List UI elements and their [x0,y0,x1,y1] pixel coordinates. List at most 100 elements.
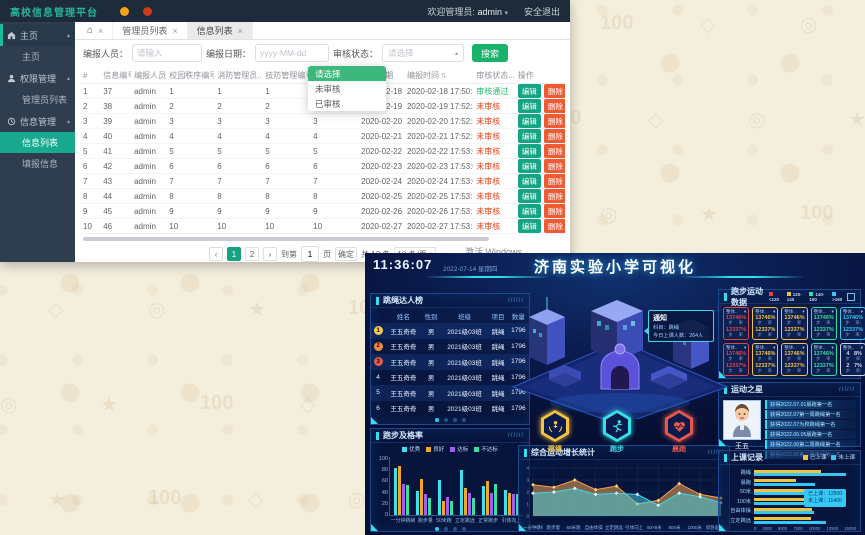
legend-item: <120 [769,292,781,302]
carousel-dot[interactable] [453,418,457,422]
filter-name-input[interactable] [132,44,202,62]
carousel-dot[interactable] [444,418,448,422]
user-menu[interactable]: admin ▾ [477,7,508,17]
filter-status-label: 审核状态： [333,47,378,60]
dropdown-option[interactable]: 请选择 [308,66,386,81]
edit-button[interactable]: 编辑 [518,114,541,128]
hbar-bars [754,469,856,477]
sidebar-subitem-信息列表[interactable]: 信息列表 [0,132,75,153]
edit-button[interactable]: 编辑 [518,219,541,233]
expand-icon[interactable] [847,293,855,301]
rope-column-header: 班级 [441,309,488,323]
page-button-1[interactable]: 1 [227,247,241,261]
status-select[interactable]: 请选择▴ [382,44,464,62]
stat-cell: 137步 [755,351,764,362]
cell: 8 [262,189,310,204]
search-button[interactable]: 搜索 [472,44,508,62]
stat-cell: 137步 [784,351,793,362]
sidebar-item-信息管理[interactable]: 信息管理▴ [0,110,75,132]
hex-badge-跳绳[interactable]: 跳绳 [538,410,572,454]
filter-date-input[interactable] [255,44,329,62]
carousel-dot[interactable] [462,527,466,531]
stat-cell: 123步 [843,327,852,338]
jump-page-input[interactable] [301,246,319,262]
delete-button[interactable]: 删除 [544,129,565,143]
delete-button[interactable]: 删除 [544,99,565,113]
bar [420,479,423,515]
legend-item: 120-140 [787,292,804,302]
prev-page-button[interactable]: ‹ [209,247,223,261]
card-stats: 4步8%率2步7%率 [843,351,863,374]
carousel-dot[interactable] [435,418,439,422]
sort-icon[interactable]: ⇅ [439,73,447,80]
column-header: 审核状态... [473,68,515,84]
table-row: 1046admin101010102020-02-272020-02-27 17… [80,219,565,234]
edit-button[interactable]: 编辑 [518,99,541,113]
dropdown-option[interactable]: 未审核 [308,81,386,96]
hbar-row: 跳绳 [721,468,856,478]
edit-button[interactable]: 编辑 [518,159,541,173]
next-page-button[interactable]: › [263,247,277,261]
horizontal-scrollbar[interactable] [83,237,489,241]
hbar-bars [754,517,856,525]
bar [482,486,485,515]
sidebar-subitem-填报信息[interactable]: 填报信息 [0,153,75,174]
edit-button[interactable]: 编辑 [518,129,541,143]
panel-title: 上课记录 [731,452,763,463]
rope-cell: 2021级03班 [441,323,488,339]
stat-label: 步 [755,369,764,374]
carousel-dot[interactable] [435,527,439,531]
window-dot-orange[interactable] [120,7,129,16]
column-header: 操作 [515,68,565,84]
carousel-dot[interactable] [462,418,466,422]
stat-cell: 137步 [755,315,764,326]
rope-cell: 男 [421,354,440,370]
status-cell: 未审核 [473,204,515,219]
delete-button[interactable]: 删除 [544,174,565,188]
y-axis-label: 100 [374,456,388,462]
stat-label: 率 [853,357,863,362]
carousel-dot[interactable] [444,527,448,531]
tab-home[interactable]: ⌂× [78,22,113,39]
sidebar-subitem-管理员列表[interactable]: 管理员列表 [0,89,75,110]
edit-button[interactable]: 编辑 [518,204,541,218]
tab-信息列表[interactable]: 信息列表× [188,22,253,39]
wallpaper-motif: ◇ [248,487,263,512]
delete-button[interactable]: 删除 [544,114,565,128]
sidebar-subitem-主页[interactable]: 主页 [0,46,75,67]
stat-label: 步 [755,333,764,338]
rank-cell: 1 [371,323,385,339]
hex-badge-晨跑[interactable]: 晨跑 [662,410,696,454]
close-icon[interactable]: × [172,26,177,36]
sidebar-item-权限管理[interactable]: 权限管理▴ [0,67,75,89]
stat-label: 步 [814,333,823,338]
rank-col [371,309,385,323]
carousel-dot[interactable] [453,527,457,531]
confirm-button[interactable]: 确定 [335,247,357,261]
delete-button[interactable]: 删除 [544,159,565,173]
edit-button[interactable]: 编辑 [518,174,541,188]
cell: 6 [214,159,262,174]
dropdown-option[interactable]: 已审核 [308,96,386,111]
window-dot-red[interactable] [143,7,152,16]
delete-button[interactable]: 删除 [544,189,565,203]
delete-button[interactable]: 删除 [544,84,565,98]
close-icon[interactable]: × [98,26,103,36]
delete-button[interactable]: 删除 [544,219,565,233]
edit-button[interactable]: 编辑 [518,189,541,203]
delete-button[interactable]: 删除 [544,144,565,158]
delete-button[interactable]: 删除 [544,204,565,218]
hex-badge-跑步[interactable]: 跑步 [600,410,634,454]
page-button-2[interactable]: 2 [245,247,259,261]
hex-label: 晨跑 [662,444,696,454]
edit-button[interactable]: 编辑 [518,84,541,98]
wallpaper-motif: ★ [248,297,266,322]
sidebar-item-主页[interactable]: 主页▴ [0,24,75,46]
logout-link[interactable]: 安全退出 [524,5,560,18]
close-icon[interactable]: × [238,26,243,36]
stat-label: 步 [843,333,852,338]
tab-管理员列表[interactable]: 管理员列表× [113,22,187,39]
sidebar: 主页▴主页权限管理▴管理员列表信息管理▴信息列表填报信息 [0,22,75,262]
status-badge: 未审核 [476,132,500,141]
edit-button[interactable]: 编辑 [518,144,541,158]
